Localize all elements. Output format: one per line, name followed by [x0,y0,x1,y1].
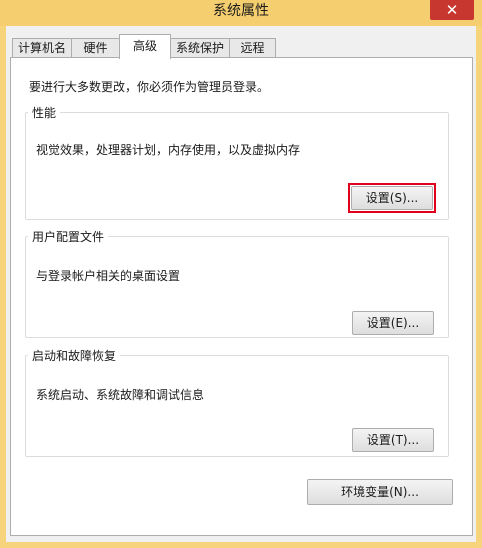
user-profiles-description: 与登录帐户相关的桌面设置 [36,269,181,283]
environment-variables-button[interactable]: 环境变量(N)... [307,479,453,505]
advanced-tab-panel: 要进行大多数更改，你必须作为管理员登录。 性能 视觉效果，处理器计划，内存使用，… [10,57,473,536]
tab-computer-name[interactable]: 计算机名 [12,38,72,58]
title-bar[interactable]: 系统属性 ✕ [0,0,482,26]
highlight-box [348,183,436,213]
performance-group: 性能 视觉效果，处理器计划，内存使用，以及虚拟内存 设置(S)... [25,104,449,220]
startup-recovery-description: 系统启动、系统故障和调试信息 [36,388,205,402]
user-profiles-group: 用户配置文件 与登录帐户相关的桌面设置 设置(E)... [25,228,449,338]
admin-notice: 要进行大多数更改，你必须作为管理员登录。 [29,80,270,94]
startup-recovery-group-title: 启动和故障恢复 [32,349,117,363]
startup-recovery-settings-button[interactable]: 设置(T)... [352,428,434,452]
tab-hardware[interactable]: 硬件 [71,38,120,58]
performance-description: 视觉效果，处理器计划，内存使用，以及虚拟内存 [36,143,301,157]
startup-recovery-group: 启动和故障恢复 系统启动、系统故障和调试信息 设置(T)... [25,347,449,457]
performance-group-title: 性能 [32,106,57,120]
tab-system-protection[interactable]: 系统保护 [170,38,230,58]
user-profiles-group-title: 用户配置文件 [32,230,105,244]
user-profiles-settings-button[interactable]: 设置(E)... [352,311,434,335]
tab-remote[interactable]: 远程 [229,38,276,58]
dialog-client-area: 计算机名 硬件 高级 系统保护 远程 要进行大多数更改，你必须作为管理员登录。 … [6,26,476,542]
close-icon: ✕ [445,1,459,19]
tab-advanced[interactable]: 高级 [119,34,171,59]
close-button[interactable]: ✕ [430,0,474,20]
window-title: 系统属性 [213,3,269,19]
system-properties-window: 系统属性 ✕ 计算机名 硬件 高级 系统保护 远程 要进行大多数更改，你必须作为… [0,0,482,548]
